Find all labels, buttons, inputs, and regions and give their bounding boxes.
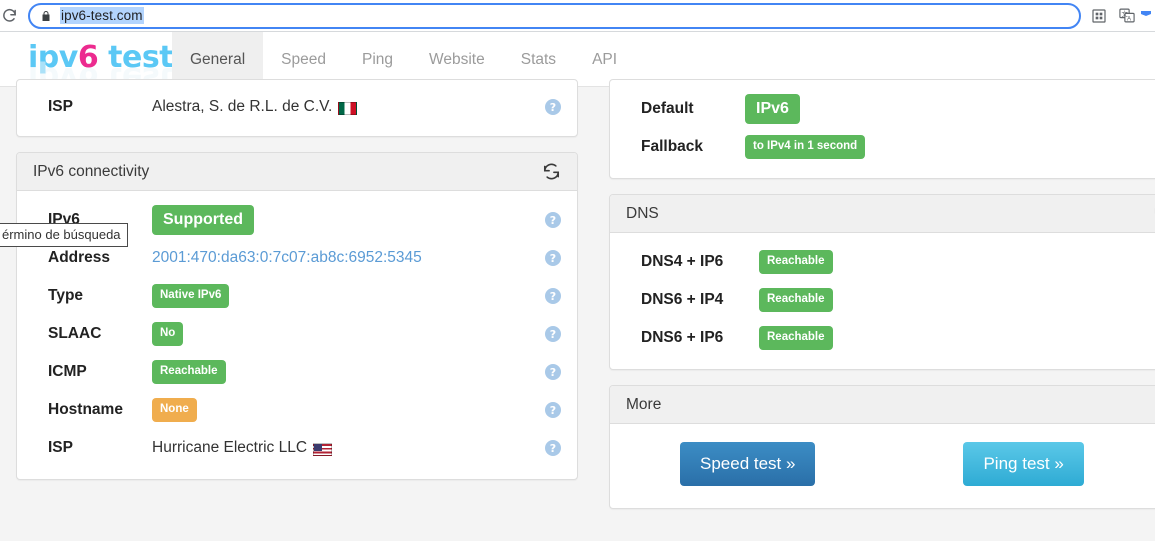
row-value: Reachable: [759, 288, 1155, 312]
right-column: Default IPv6 ? Fallback to IPv4 in 1 sec…: [609, 87, 1155, 524]
ipv4-connectivity-panel: ISP Alestra, S. de R.L. de C.V. ?: [16, 79, 578, 137]
address-bar[interactable]: ipv6-test.com: [28, 3, 1081, 29]
logo-part-ipv: ipv: [28, 40, 78, 75]
status-badge: Reachable: [759, 326, 833, 350]
table-row: DNS6 + IP6 Reachable ?: [610, 319, 1155, 357]
row-value: Reachable: [759, 326, 1155, 350]
row-label: SLAAC: [48, 325, 152, 343]
refresh-icon[interactable]: [542, 162, 561, 181]
panel-title: IPv6 connectivity: [33, 163, 542, 181]
row-value: Reachable: [152, 360, 545, 384]
table-row: Type Native IPv6 ?: [17, 277, 577, 315]
row-value: Supported: [152, 205, 545, 235]
row-label: ISP: [48, 439, 152, 457]
help-icon[interactable]: ?: [545, 402, 561, 418]
row-value: None: [152, 398, 545, 422]
panel-body: Speed test » Ping test »: [610, 424, 1155, 508]
status-badge: Reachable: [759, 250, 833, 274]
help-icon[interactable]: ?: [545, 212, 561, 228]
row-label: ICMP: [48, 363, 152, 381]
help-icon[interactable]: ?: [545, 440, 561, 456]
row-value: Hurricane Electric LLC: [152, 439, 545, 457]
dns-panel: DNS DNS4 + IP6 Reachable ? DN: [609, 194, 1155, 370]
flag-us-icon: [313, 443, 332, 456]
row-label: DNS4 + IP6: [641, 253, 759, 271]
table-row: DNS4 + IP6 Reachable ?: [610, 243, 1155, 281]
ipv6-connectivity-panel: IPv6 connectivity IPv6 Supported ?: [16, 152, 578, 480]
status-badge: No: [152, 322, 183, 346]
logo-part-test: test: [98, 40, 173, 75]
translate-icon[interactable]: 文 A: [1113, 3, 1141, 29]
lock-icon: [40, 9, 52, 23]
row-label: DNS6 + IP6: [641, 329, 759, 347]
table-row: Default IPv6 ?: [610, 90, 1155, 128]
help-icon[interactable]: ?: [545, 364, 561, 380]
site-logo[interactable]: ipv6 test ipv6 test: [28, 40, 173, 75]
row-value: Native IPv6: [152, 284, 545, 308]
qr-code-icon[interactable]: [1085, 3, 1113, 29]
row-label: DNS6 + IP4: [641, 291, 759, 309]
help-icon[interactable]: ?: [545, 99, 561, 115]
table-row: ISP Hurricane Electric LLC ?: [17, 429, 577, 467]
ping-test-button[interactable]: Ping test »: [963, 442, 1083, 486]
row-value: No: [152, 322, 545, 346]
table-row: Fallback to IPv4 in 1 second ?: [610, 128, 1155, 166]
row-value: IPv6: [745, 94, 1155, 124]
ipv6-address-value[interactable]: 2001:470:da63:0:7c07:ab8c:6952:5345: [152, 249, 545, 267]
status-badge: None: [152, 398, 197, 422]
status-badge: IPv6: [745, 94, 800, 124]
status-badge: Supported: [152, 205, 254, 235]
row-label: Default: [641, 100, 745, 118]
table-row: DNS6 + IP4 Reachable ?: [610, 281, 1155, 319]
row-label: Fallback: [641, 138, 745, 156]
help-icon[interactable]: ?: [545, 288, 561, 304]
row-label: ISP: [48, 98, 152, 116]
isp-name: Alestra, S. de R.L. de C.V.: [152, 98, 332, 116]
flag-mx-icon: [338, 102, 357, 115]
isp-name: Hurricane Electric LLC: [152, 439, 307, 457]
row-value: Alestra, S. de R.L. de C.V.: [152, 98, 545, 116]
more-panel: More Speed test » Ping test »: [609, 385, 1155, 509]
reload-icon[interactable]: [0, 3, 22, 29]
speed-test-button[interactable]: Speed test »: [680, 442, 815, 486]
help-icon[interactable]: ?: [545, 250, 561, 266]
status-badge: Native IPv6: [152, 284, 229, 308]
table-row: Hostname None ?: [17, 391, 577, 429]
url-text[interactable]: ipv6-test.com: [60, 7, 144, 24]
panel-header: More: [610, 386, 1155, 424]
browser-defaults-panel: Default IPv6 ? Fallback to IPv4 in 1 sec…: [609, 79, 1155, 179]
profile-avatar-partial[interactable]: [1141, 3, 1155, 29]
row-label: Type: [48, 287, 152, 305]
status-badge: to IPv4 in 1 second: [745, 135, 865, 159]
table-row: ICMP Reachable ?: [17, 353, 577, 391]
panel-title: More: [626, 396, 1155, 414]
help-icon[interactable]: ?: [545, 326, 561, 342]
status-badge: Reachable: [152, 360, 226, 384]
logo-part-six: 6: [78, 40, 98, 75]
panel-header: IPv6 connectivity: [17, 153, 577, 191]
row-value: Reachable: [759, 250, 1155, 274]
row-label: Address: [48, 249, 152, 267]
panel-header: DNS: [610, 195, 1155, 233]
table-row: SLAAC No ?: [17, 315, 577, 353]
panel-body: DNS4 + IP6 Reachable ? DNS6 + IP4 Reacha…: [610, 233, 1155, 369]
row-value: to IPv4 in 1 second: [745, 135, 1155, 159]
row-label: Hostname: [48, 401, 152, 419]
page-content: ISP Alestra, S. de R.L. de C.V. ? IPv6 c…: [0, 87, 1155, 541]
panel-title: DNS: [626, 205, 1153, 223]
browser-toolbar: ipv6-test.com 文 A: [0, 0, 1155, 32]
search-term-tooltip: érmino de búsqueda: [0, 223, 128, 247]
left-column: ISP Alestra, S. de R.L. de C.V. ? IPv6 c…: [16, 87, 578, 495]
status-badge: Reachable: [759, 288, 833, 312]
table-row: ISP Alestra, S. de R.L. de C.V. ?: [17, 88, 577, 126]
